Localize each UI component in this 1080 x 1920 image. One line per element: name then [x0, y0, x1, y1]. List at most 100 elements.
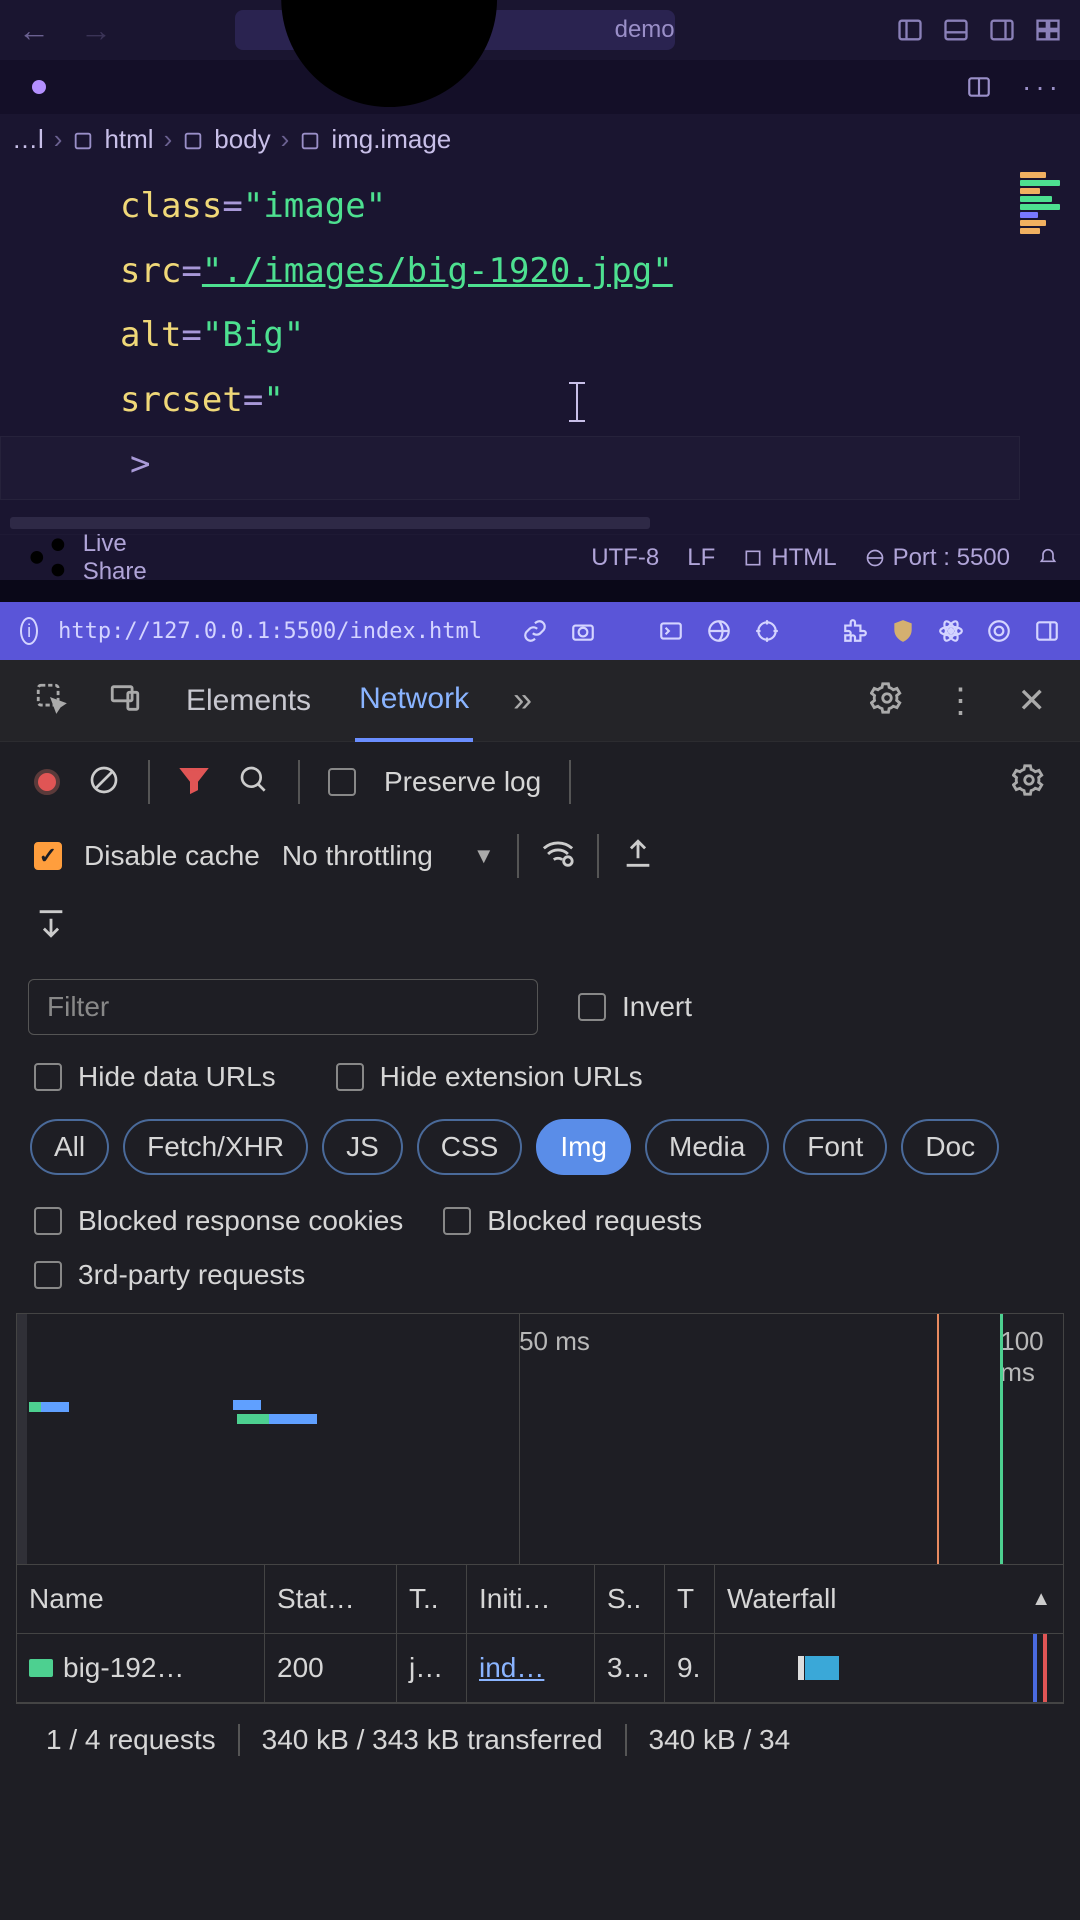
blocked-cookies-label: Blocked response cookies — [78, 1205, 403, 1237]
col-time[interactable]: T — [665, 1565, 715, 1633]
timeline-dcl-line — [1000, 1314, 1003, 1564]
status-port[interactable]: Port : 5500 — [865, 544, 1010, 572]
status-encoding[interactable]: UTF-8 — [591, 544, 659, 572]
kebab-menu-icon[interactable]: ⋮ — [944, 681, 978, 721]
terminal-icon[interactable] — [658, 618, 684, 644]
status-lang[interactable]: HTML — [743, 544, 836, 572]
panel-bottom-icon[interactable] — [942, 16, 970, 44]
crumb-html[interactable]: html — [104, 124, 153, 155]
col-type[interactable]: T.. — [397, 1565, 467, 1633]
pill-font[interactable]: Font — [783, 1119, 887, 1175]
settings-icon[interactable] — [870, 681, 904, 720]
devtools-url-bar: i http://127.0.0.1:5500/index.html — [0, 602, 1080, 660]
blocked-requests-checkbox[interactable] — [443, 1207, 471, 1235]
crumb-body[interactable]: body — [214, 124, 270, 155]
react-icon[interactable] — [938, 618, 964, 644]
invert-checkbox[interactable] — [578, 993, 606, 1021]
timeline-left-handle[interactable] — [17, 1314, 27, 1564]
more-tabs-icon[interactable]: » — [513, 681, 532, 720]
record-button[interactable] — [34, 769, 60, 795]
import-har-icon[interactable] — [621, 837, 655, 876]
timeline-tick-50: 50 ms — [519, 1326, 590, 1357]
minimap[interactable] — [1016, 170, 1072, 300]
more-actions-icon[interactable]: ··· — [1022, 71, 1062, 103]
info-icon[interactable]: i — [20, 617, 38, 645]
record-icon[interactable] — [986, 618, 1012, 644]
col-waterfall[interactable]: Waterfall▲ — [715, 1565, 1063, 1633]
split-divider[interactable] — [0, 580, 1080, 602]
network-conditions-icon[interactable] — [541, 837, 575, 876]
page-url[interactable]: http://127.0.0.1:5500/index.html — [58, 619, 482, 644]
status-eol[interactable]: LF — [687, 544, 715, 572]
extension-icon[interactable] — [842, 618, 868, 644]
network-settings-icon[interactable] — [1012, 784, 1046, 801]
live-share-label[interactable]: Live Share — [83, 530, 147, 586]
pill-img[interactable]: Img — [536, 1119, 631, 1175]
col-size[interactable]: S.. — [595, 1565, 665, 1633]
horizontal-scrollbar[interactable] — [0, 514, 1080, 534]
pill-js[interactable]: JS — [322, 1119, 403, 1175]
cell-time: 9. — [665, 1634, 715, 1702]
throttling-select[interactable]: No throttling▼ — [282, 840, 495, 872]
modified-dot-icon — [32, 80, 46, 94]
camera-icon[interactable] — [570, 618, 596, 644]
current-line-highlight — [0, 436, 1020, 500]
pill-fetch[interactable]: Fetch/XHR — [123, 1119, 308, 1175]
globe-icon[interactable] — [706, 618, 732, 644]
command-search[interactable]: demo — [235, 10, 675, 50]
pill-css[interactable]: CSS — [417, 1119, 523, 1175]
blocked-cookies-checkbox[interactable] — [34, 1207, 62, 1235]
col-name[interactable]: Name — [17, 1565, 265, 1633]
dock-icon[interactable] — [1034, 618, 1060, 644]
attr-class: class — [120, 186, 222, 226]
shield-icon[interactable] — [890, 618, 916, 644]
editor-status-bar: Live Share UTF-8 LF HTML Port : 5500 — [0, 534, 1080, 580]
inspect-icon[interactable] — [34, 681, 68, 720]
disable-cache-checkbox[interactable] — [34, 842, 62, 870]
code-editor[interactable]: class="image" src="./images/big-1920.jpg… — [0, 164, 1080, 514]
target-icon[interactable] — [754, 618, 780, 644]
search-icon[interactable] — [238, 764, 270, 801]
link-icon[interactable] — [522, 618, 548, 644]
sort-asc-icon: ▲ — [1031, 1588, 1051, 1611]
preserve-log-checkbox[interactable] — [328, 768, 356, 796]
crumb-img[interactable]: img.image — [331, 124, 451, 155]
nav-back-icon[interactable]: ← — [18, 12, 50, 49]
requests-table: Name Stat… T.. Initi… S.. T Waterfall▲ b… — [16, 1565, 1064, 1703]
preserve-log-label: Preserve log — [384, 766, 541, 798]
attr-src: src — [120, 251, 181, 291]
crumb-root[interactable]: …l — [12, 124, 44, 155]
clear-icon[interactable] — [88, 764, 120, 801]
close-icon[interactable]: ✕ — [1018, 681, 1047, 721]
tab-elements[interactable]: Elements — [182, 662, 315, 740]
layout-icons — [896, 16, 1062, 44]
pill-doc[interactable]: Doc — [901, 1119, 999, 1175]
bell-icon[interactable] — [1038, 548, 1058, 568]
filter-icon[interactable] — [178, 764, 210, 801]
hide-ext-urls-checkbox[interactable] — [336, 1063, 364, 1091]
panel-right-icon[interactable] — [988, 16, 1016, 44]
col-status[interactable]: Stat… — [265, 1565, 397, 1633]
hide-data-urls-checkbox[interactable] — [34, 1063, 62, 1091]
export-har-icon[interactable] — [34, 927, 68, 944]
network-toolbar: Preserve log — [0, 742, 1080, 822]
table-row[interactable]: big-192… 200 j… ind… 3… 9. — [17, 1634, 1063, 1702]
pill-media[interactable]: Media — [645, 1119, 769, 1175]
filter-input[interactable] — [28, 979, 538, 1035]
live-share-icon[interactable] — [22, 532, 73, 583]
third-party-label: 3rd-party requests — [78, 1259, 305, 1291]
pill-all[interactable]: All — [30, 1119, 109, 1175]
resource-type-pills: All Fetch/XHR JS CSS Img Media Font Doc — [0, 1111, 1080, 1197]
col-initiator[interactable]: Initi… — [467, 1565, 595, 1633]
network-timeline[interactable]: 50 ms 100 ms — [16, 1313, 1064, 1565]
nav-forward-icon[interactable]: → — [80, 12, 112, 49]
export-row — [0, 890, 1080, 961]
cell-initiator[interactable]: ind… — [479, 1652, 544, 1684]
cell-waterfall — [715, 1634, 1063, 1702]
panel-grid-icon[interactable] — [1034, 16, 1062, 44]
third-party-checkbox[interactable] — [34, 1261, 62, 1289]
device-icon[interactable] — [108, 681, 142, 720]
panel-left-icon[interactable] — [896, 16, 924, 44]
split-editor-icon[interactable] — [966, 74, 992, 100]
tab-network[interactable]: Network — [355, 660, 473, 742]
